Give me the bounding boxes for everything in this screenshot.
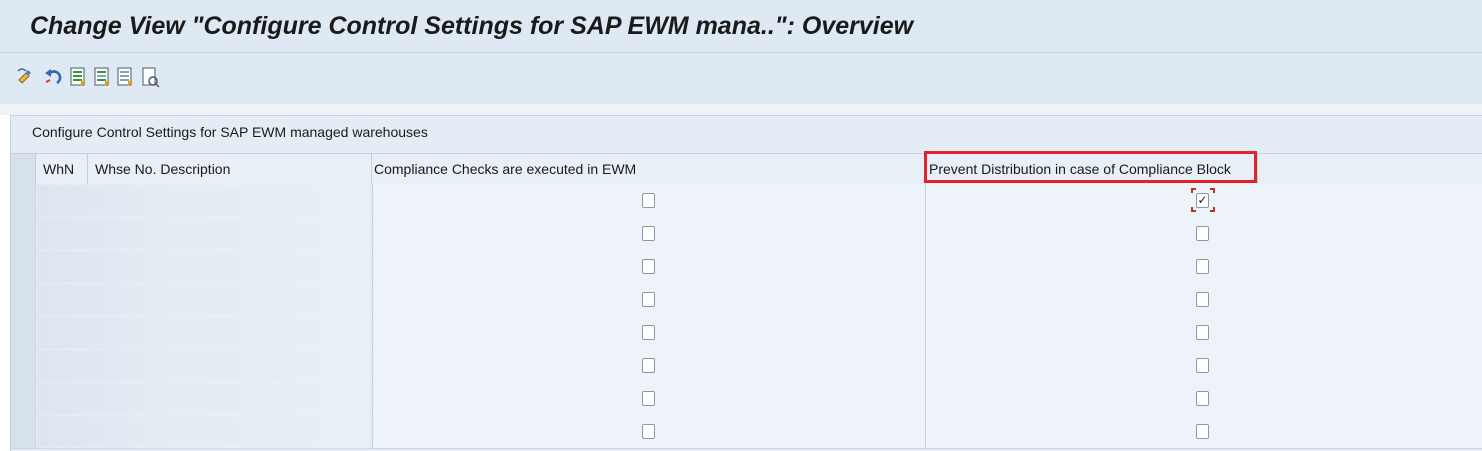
prevent-distribution-checkbox[interactable] — [1196, 226, 1209, 241]
undo-icon[interactable] — [43, 66, 63, 88]
title-bar: Change View "Configure Control Settings … — [0, 0, 1482, 52]
column-separator — [925, 316, 926, 349]
redacted-warehouse-cell — [36, 349, 372, 382]
table-header: WhN Whse No. Description Compliance Chec… — [11, 153, 1482, 186]
column-separator — [925, 382, 926, 415]
table-row[interactable] — [11, 250, 1482, 284]
select-block-icon[interactable] — [93, 66, 113, 88]
column-separator — [372, 184, 373, 217]
redacted-warehouse-cell — [36, 184, 372, 217]
column-separator — [925, 283, 926, 316]
row-selector[interactable] — [11, 382, 36, 415]
application-toolbar — [0, 52, 1482, 105]
page-title: Change View "Configure Control Settings … — [30, 12, 914, 40]
column-separator — [372, 250, 373, 283]
compliance-checks-checkbox[interactable] — [642, 292, 655, 307]
redacted-warehouse-cell — [36, 415, 372, 448]
compliance-checks-checkbox[interactable] — [642, 358, 655, 373]
column-separator — [925, 250, 926, 283]
table-row[interactable] — [11, 316, 1482, 350]
column-separator — [925, 217, 926, 250]
redacted-warehouse-cell — [36, 316, 372, 349]
compliance-checks-checkbox[interactable] — [642, 226, 655, 241]
select-all-column-button[interactable] — [11, 154, 35, 185]
row-selector[interactable] — [11, 415, 36, 448]
column-header-description[interactable]: Whse No. Description — [95, 154, 230, 185]
print-icon[interactable] — [140, 66, 160, 88]
row-selector[interactable] — [11, 349, 36, 382]
deselect-all-icon[interactable] — [116, 66, 136, 88]
column-separator — [372, 283, 373, 316]
redacted-warehouse-cell — [36, 250, 372, 283]
column-separator — [372, 316, 373, 349]
table-row[interactable] — [11, 283, 1482, 317]
prevent-distribution-checkbox[interactable] — [1196, 424, 1209, 439]
redacted-warehouse-cell — [36, 217, 372, 250]
table-caption: Configure Control Settings for SAP EWM m… — [32, 124, 428, 140]
prevent-distribution-checkbox[interactable] — [1196, 325, 1209, 340]
compliance-checks-checkbox[interactable] — [642, 259, 655, 274]
prevent-distribution-checkbox[interactable] — [1196, 259, 1209, 274]
redacted-warehouse-cell — [36, 283, 372, 316]
toolbar-separator — [0, 104, 1482, 115]
compliance-checks-checkbox[interactable] — [642, 424, 655, 439]
column-header-compliance-checks[interactable]: Compliance Checks are executed in EWM — [374, 154, 636, 185]
prevent-distribution-checkbox[interactable] — [1196, 391, 1209, 406]
row-selector[interactable] — [11, 250, 36, 283]
redacted-warehouse-cell — [36, 382, 372, 415]
table-control: Configure Control Settings for SAP EWM m… — [10, 115, 1482, 451]
row-selector[interactable] — [11, 283, 36, 316]
column-header-whn[interactable]: WhN — [43, 154, 74, 185]
prevent-distribution-checkbox[interactable] — [1196, 292, 1209, 307]
focus-indicator — [1191, 188, 1215, 212]
table-row[interactable] — [11, 349, 1482, 383]
column-separator — [925, 184, 926, 217]
row-selector[interactable] — [11, 184, 36, 217]
compliance-checks-checkbox[interactable] — [642, 391, 655, 406]
table-row[interactable]: ✓ — [11, 184, 1482, 218]
compliance-checks-checkbox[interactable] — [642, 325, 655, 340]
column-separator — [372, 349, 373, 382]
table-row[interactable] — [11, 217, 1482, 251]
table-row[interactable] — [11, 382, 1482, 416]
display-change-icon[interactable] — [16, 66, 36, 88]
column-separator — [372, 382, 373, 415]
column-separator — [925, 349, 926, 382]
column-separator — [925, 415, 926, 448]
row-selector[interactable] — [11, 217, 36, 250]
compliance-checks-checkbox[interactable] — [642, 193, 655, 208]
row-selector[interactable] — [11, 316, 36, 349]
column-separator — [372, 217, 373, 250]
select-all-icon[interactable] — [69, 66, 89, 88]
highlight-annotation — [924, 151, 1257, 183]
column-separator — [372, 415, 373, 448]
prevent-distribution-checkbox[interactable] — [1196, 358, 1209, 373]
table-row[interactable] — [11, 415, 1482, 449]
